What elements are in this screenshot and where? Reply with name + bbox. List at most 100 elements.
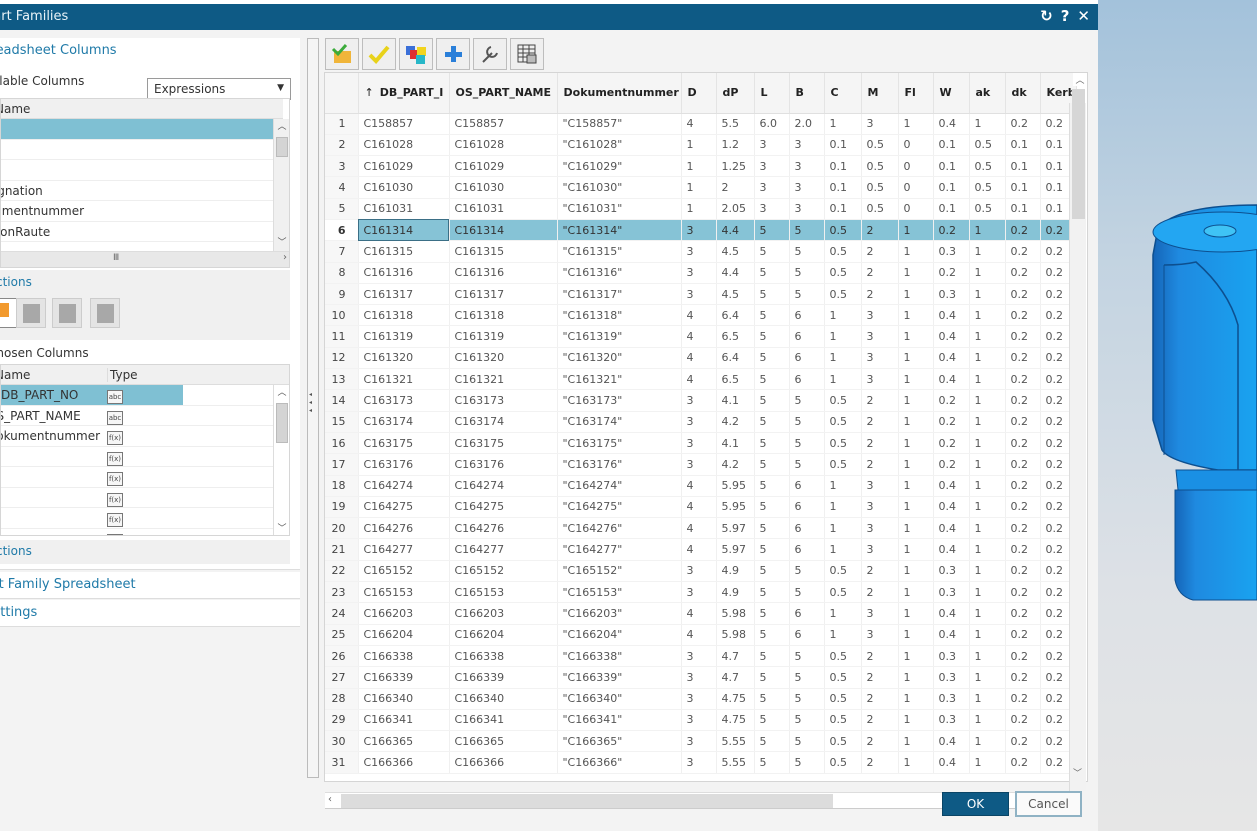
cell-c[interactable]: 1 [824,113,862,135]
cell-w[interactable]: 0.3 [933,240,970,263]
cell-fl[interactable]: 1 [898,347,934,370]
cell-l[interactable]: 6.0 [754,113,790,135]
cell-m[interactable]: 2 [861,283,899,306]
cell-os-part-name[interactable]: C158857 [449,113,558,135]
cell-m[interactable]: 2 [861,751,899,774]
part-family-spreadsheet-group[interactable]: Part Family Spreadsheet [0,572,300,599]
row-number[interactable]: 19 [325,496,359,519]
cell-dokumentnummer[interactable]: "C163176" [557,453,682,476]
cell-b[interactable]: 3 [789,155,825,178]
cell-ak[interactable]: 1 [969,730,1006,753]
cell-dp[interactable]: 2.05 [716,198,755,220]
cell-db-part-no[interactable]: C161029 [358,155,450,178]
cell-db-part-no[interactable]: C161030 [358,176,450,199]
chosen-column-item[interactable]: OS_PART_NAME abc [1,406,273,426]
verify-part-button[interactable] [325,38,359,70]
cell-ak[interactable]: 1 [969,325,1006,348]
cell-fl[interactable]: 1 [898,709,934,732]
cell-d[interactable]: 4 [681,368,717,391]
cell-dokumentnummer[interactable]: "C166366" [557,751,682,774]
cell-os-part-name[interactable]: C165152 [449,560,558,583]
cell-w[interactable]: 0.4 [933,347,970,370]
table-row[interactable]: 23 C165153 C165153 "C165153" 3 4.9 5 5 0.5 2 1 0.3 1… [325,581,1077,604]
cell-m[interactable]: 2 [861,240,899,263]
table-row[interactable]: 13 C161321 C161321 "C161321" 4 6.5 5 6 1 3 1 0.4 1 0.… [325,368,1077,391]
cell-os-part-name[interactable]: C166366 [449,751,558,774]
cell-dk[interactable]: 0.2 [1005,389,1041,412]
cell-l[interactable]: 5 [754,688,790,710]
cell-b[interactable]: 5 [789,389,825,412]
cell-w[interactable]: 0.4 [933,538,970,561]
cell-l[interactable]: 5 [754,389,790,412]
cell-ak[interactable]: 1 [969,240,1006,263]
help-icon[interactable]: ? [1061,7,1070,25]
cell-d[interactable]: 3 [681,240,717,263]
cell-dk[interactable]: 0.2 [1005,113,1041,135]
cell-m[interactable]: 3 [861,347,899,370]
row-number[interactable]: 9 [325,283,359,306]
cell-b[interactable]: 5 [789,240,825,263]
cell-c[interactable]: 0.1 [824,176,862,199]
cell-dk[interactable]: 0.2 [1005,709,1041,732]
cell-dk[interactable]: 0.2 [1005,368,1041,391]
cell-m[interactable]: 2 [861,645,899,668]
cell-os-part-name[interactable]: C164274 [449,475,558,497]
cell-w[interactable]: 0.4 [933,602,970,625]
column-header-ak[interactable]: ak [969,73,1006,114]
cell-w[interactable]: 0.4 [933,624,970,646]
cell-dokumentnummer[interactable]: "C161030" [557,176,682,199]
column-header-w[interactable]: W [933,73,970,114]
scroll-right-icon[interactable]: › [283,252,287,263]
cell-m[interactable]: 2 [861,262,899,284]
cell-dp[interactable]: 4.7 [716,645,755,668]
cell-dokumentnummer[interactable]: "C163175" [557,432,682,455]
cell-dokumentnummer[interactable]: "C161315" [557,240,682,263]
cell-w[interactable]: 0.2 [933,432,970,455]
cell-fl[interactable]: 1 [898,475,934,497]
cell-os-part-name[interactable]: C163176 [449,453,558,476]
cell-fl[interactable]: 1 [898,751,934,774]
cell-os-part-name[interactable]: C165153 [449,581,558,604]
row-number[interactable]: 18 [325,475,359,497]
cell-fl[interactable]: 1 [898,560,934,583]
cell-m[interactable]: 2 [861,411,899,433]
cell-m[interactable]: 2 [861,432,899,455]
chosen-column-item[interactable]: f(x) [1,447,273,467]
cell-b[interactable]: 6 [789,325,825,348]
cell-db-part-no[interactable]: C166338 [358,645,450,668]
cell-l[interactable]: 5 [754,283,790,306]
cell-ak[interactable]: 1 [969,645,1006,668]
cell-m[interactable]: 3 [861,368,899,391]
cell-dp[interactable]: 4.9 [716,560,755,583]
cell-w[interactable]: 0.4 [933,517,970,540]
cell-dokumentnummer[interactable]: "C166203" [557,602,682,625]
cell-m[interactable]: 2 [861,560,899,583]
row-number[interactable]: 26 [325,645,359,668]
cell-os-part-name[interactable]: C161030 [449,176,558,199]
cell-dp[interactable]: 6.4 [716,347,755,370]
table-row[interactable]: 16 C163175 C163175 "C163175" 3 4.1 5 5 0.5 2 1 0.2 1… [325,432,1077,455]
cell-dp[interactable]: 2 [716,176,755,199]
cell-d[interactable]: 4 [681,325,717,348]
cell-dk[interactable]: 0.2 [1005,730,1041,753]
cell-dp[interactable]: 4.1 [716,432,755,455]
cell-d[interactable]: 4 [681,113,717,135]
cell-w[interactable]: 0.2 [933,389,970,412]
cell-c[interactable]: 1 [824,602,862,625]
cell-l[interactable]: 3 [754,198,790,220]
cell-db-part-no[interactable]: C161317 [358,283,450,306]
cell-w[interactable]: 0.4 [933,113,970,135]
cell-d[interactable]: 3 [681,666,717,689]
remove-column-button[interactable] [16,298,46,328]
cell-b[interactable]: 6 [789,347,825,370]
cell-os-part-name[interactable]: C163175 [449,432,558,455]
scroll-thumb[interactable] [276,403,288,443]
cell-w[interactable]: 0.3 [933,560,970,583]
cell-d[interactable]: 3 [681,453,717,476]
cell-b[interactable]: 3 [789,198,825,220]
cell-b[interactable]: 5 [789,560,825,583]
cell-m[interactable]: 0.5 [861,198,899,220]
cell-db-part-no[interactable]: C163174 [358,411,450,433]
cell-l[interactable]: 5 [754,645,790,668]
table-row[interactable]: 5 C161031 C161031 "C161031" 1 2.05 3 3 0.1 0.5 0 0.… [325,198,1077,220]
